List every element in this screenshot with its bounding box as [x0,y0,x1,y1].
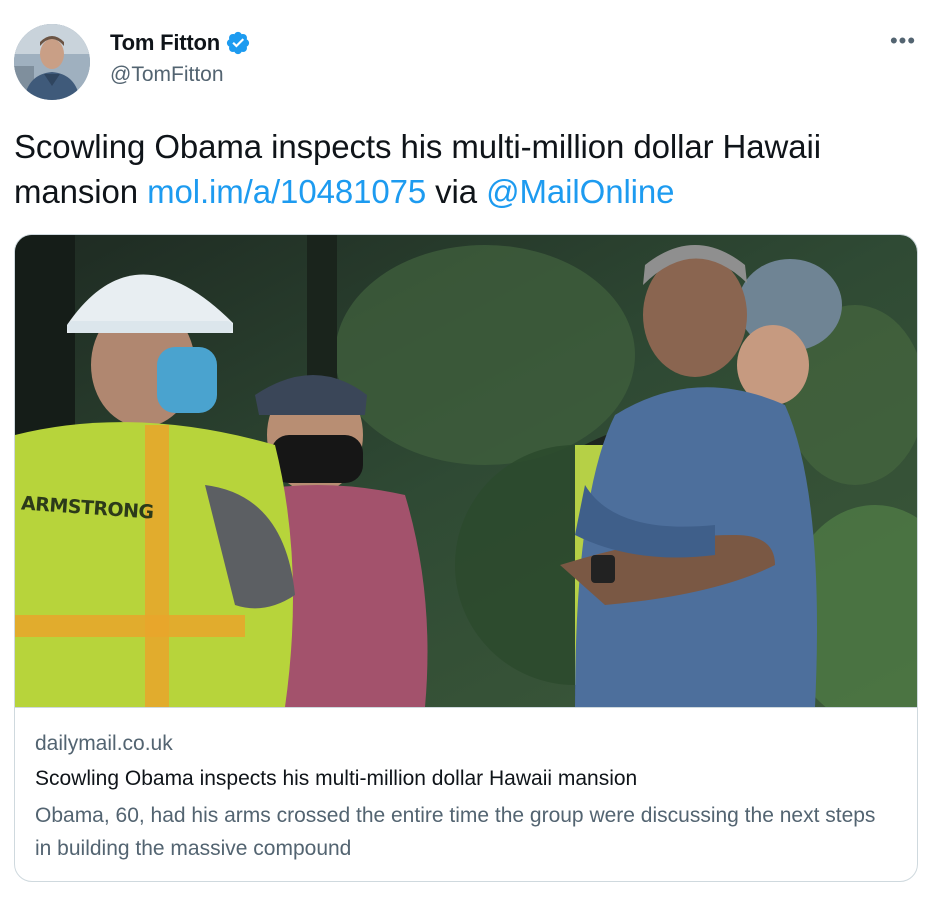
link-preview-card[interactable]: ARMSTRONG dailymail.co.uk Scowling Obama… [14,234,918,882]
more-options-icon[interactable]: ••• [888,26,918,56]
card-domain: dailymail.co.uk [35,732,173,755]
author-handle[interactable]: @TomFitton [110,63,224,87]
verified-badge-icon [225,30,251,56]
tweet-header: Tom Fitton @TomFitton ••• [14,20,922,102]
mention-link[interactable]: @MailOnline [486,173,674,210]
avatar[interactable] [14,24,90,100]
author-display-name[interactable]: Tom Fitton [110,30,220,56]
card-image[interactable]: ARMSTRONG [15,235,917,708]
card-title: Scowling Obama inspects his multi-millio… [35,767,638,790]
author-name-row: Tom Fitton [110,30,251,56]
card-description: Obama, 60, had his arms crossed the enti… [35,804,876,860]
tweet-link[interactable]: mol.im/a/10481075 [147,173,426,210]
tweet-text-via: via [426,173,487,210]
tweet-text: Scowling Obama inspects his multi-millio… [14,124,914,214]
